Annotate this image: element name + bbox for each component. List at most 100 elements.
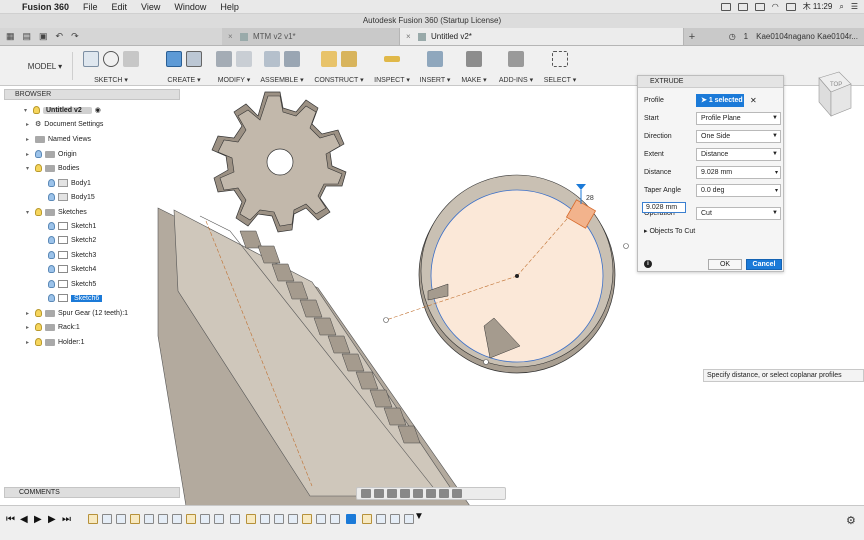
spline-icon[interactable] <box>103 51 119 67</box>
look-at-icon[interactable] <box>374 489 384 498</box>
select-box-icon[interactable] <box>552 51 568 67</box>
3d-print-icon[interactable] <box>466 51 482 67</box>
ok-button[interactable]: OK <box>708 259 742 270</box>
display-settings-icon[interactable] <box>426 489 436 498</box>
operation-dropdown[interactable]: Cut ▼ <box>696 206 781 220</box>
sketch-point[interactable] <box>623 243 629 249</box>
expand-arrow-icon[interactable]: ▸ <box>26 151 32 158</box>
timeline-sketch-feature[interactable] <box>186 514 196 524</box>
clock[interactable]: 木 11:29 <box>803 1 833 12</box>
collapse-arrow-icon[interactable]: ▾ <box>26 209 32 216</box>
timeline-sketch-feature[interactable] <box>302 514 312 524</box>
create-group[interactable]: CREATE ▾ <box>160 48 208 84</box>
press-pull-icon[interactable] <box>216 51 232 67</box>
timeline-marker-icon[interactable]: ▼ <box>414 511 424 522</box>
close-tab-icon[interactable]: × <box>406 32 411 41</box>
battery-icon[interactable] <box>785 2 796 11</box>
extent-dropdown[interactable]: Distance ▼ <box>696 147 781 161</box>
radio-icon[interactable]: ◉ <box>95 106 101 114</box>
pattern-icon[interactable] <box>186 51 202 67</box>
tree-holder[interactable]: ▸ Holder:1 <box>26 336 84 348</box>
insert-image-icon[interactable] <box>427 51 443 67</box>
visibility-bulb-icon[interactable] <box>35 309 42 317</box>
timeline-sketch-feature[interactable] <box>362 514 372 524</box>
modify-group[interactable]: MODIFY ▾ <box>214 48 254 84</box>
visibility-bulb-icon[interactable] <box>48 222 55 230</box>
timeline-feature[interactable] <box>116 514 126 524</box>
visibility-bulb-icon[interactable] <box>35 164 42 172</box>
timeline-sketch-feature[interactable] <box>88 514 98 524</box>
menu-help[interactable]: Help <box>220 2 239 12</box>
ring-body[interactable] <box>383 174 629 374</box>
search-icon[interactable]: ⌕ <box>839 2 843 12</box>
menu-list-icon[interactable]: ☰ <box>851 2 858 11</box>
timeline-current-feature[interactable] <box>346 514 356 524</box>
stop-sketch-icon[interactable] <box>123 51 139 67</box>
visibility-bulb-icon[interactable] <box>35 208 42 216</box>
measure-icon[interactable] <box>384 56 400 62</box>
visibility-bulb-icon[interactable] <box>48 179 55 187</box>
pan-icon[interactable] <box>387 489 397 498</box>
construct-group[interactable]: CONSTRUCT ▾ <box>314 48 364 84</box>
timeline-sketch-feature[interactable] <box>246 514 256 524</box>
sketch-group[interactable]: SKETCH ▾ <box>78 48 144 84</box>
tree-root[interactable]: ▾ Untitled v2 ◉ <box>24 104 101 116</box>
orbit-icon[interactable] <box>361 489 371 498</box>
spur-gear[interactable] <box>211 91 347 233</box>
collapse-arrow-icon[interactable]: ▾ <box>26 165 32 172</box>
start-dropdown[interactable]: Profile Plane ▼ <box>696 111 781 125</box>
new-tab-button[interactable]: + <box>684 28 700 45</box>
distance-arrow-handle[interactable] <box>576 184 586 190</box>
tree-origin[interactable]: ▸ Origin <box>26 148 77 160</box>
tree-sketch2[interactable]: Sketch2 <box>48 234 96 246</box>
clear-selection-icon[interactable]: ✕ <box>750 96 757 105</box>
timeline-feature[interactable] <box>330 514 340 524</box>
notification-count[interactable]: 1 <box>744 32 748 41</box>
tree-body15[interactable]: Body15 <box>48 191 95 203</box>
save-icon[interactable]: ▣ <box>39 31 48 42</box>
distance-field[interactable]: 9.028 mm ▾ <box>696 165 781 179</box>
fillet-icon[interactable] <box>236 51 252 67</box>
undo-icon[interactable]: ↶ <box>56 31 64 42</box>
joint-icon[interactable] <box>284 51 300 67</box>
make-group[interactable]: MAKE ▾ <box>460 48 488 84</box>
new-component-icon[interactable] <box>264 51 280 67</box>
visibility-bulb-icon[interactable] <box>33 106 40 114</box>
go-to-start-icon[interactable]: ⏮ <box>6 514 15 525</box>
grid-settings-icon[interactable] <box>439 489 449 498</box>
timeline-move-feature[interactable] <box>230 514 240 524</box>
file-icon[interactable]: ▤ <box>23 31 32 42</box>
inspect-group[interactable]: INSPECT ▾ <box>374 48 410 84</box>
scripts-icon[interactable] <box>508 51 524 67</box>
expand-arrow-icon[interactable]: ▸ <box>26 136 32 143</box>
close-tab-icon[interactable]: × <box>228 32 233 41</box>
tree-sketch4[interactable]: Sketch4 <box>48 263 96 275</box>
menu-view[interactable]: View <box>141 2 160 12</box>
timeline-feature[interactable] <box>390 514 400 524</box>
visibility-bulb-icon[interactable] <box>48 251 55 259</box>
job-status-icon[interactable]: ◷ <box>729 32 736 41</box>
timeline-feature[interactable] <box>214 514 224 524</box>
timeline-feature[interactable] <box>274 514 284 524</box>
browser-header[interactable]: BROWSER <box>4 89 180 100</box>
select-group[interactable]: SELECT ▾ <box>542 48 578 84</box>
timeline-feature[interactable] <box>260 514 270 524</box>
stepper-icon[interactable]: ▾ <box>775 169 778 176</box>
stepper-icon[interactable]: ▾ <box>775 187 778 194</box>
wifi-icon[interactable]: ◠ <box>772 2 779 11</box>
tree-bodies[interactable]: ▾ Bodies <box>26 162 79 174</box>
viewports-icon[interactable] <box>452 489 462 498</box>
status-app-icon[interactable] <box>754 2 765 11</box>
comments-panel[interactable]: COMMENTS <box>4 487 180 498</box>
timeline-sketch-feature[interactable] <box>130 514 140 524</box>
midplane-icon[interactable] <box>341 51 357 67</box>
fit-icon[interactable] <box>413 489 423 498</box>
visibility-bulb-icon[interactable] <box>48 236 55 244</box>
sketch-point[interactable] <box>483 359 489 365</box>
workspace-switcher[interactable]: MODEL ▾ <box>22 48 68 84</box>
insert-group[interactable]: INSERT ▾ <box>418 48 452 84</box>
tree-sketch6[interactable]: Sketch6 <box>48 292 103 304</box>
menu-edit[interactable]: Edit <box>112 2 128 12</box>
zoom-icon[interactable] <box>400 489 410 498</box>
timeline-move-feature[interactable] <box>172 514 182 524</box>
